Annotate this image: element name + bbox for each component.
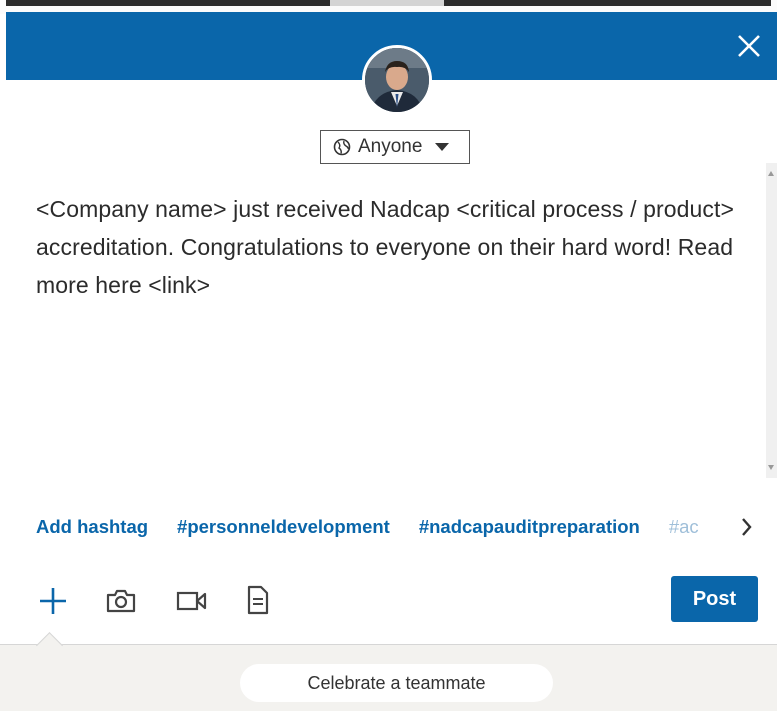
plus-icon	[40, 588, 66, 614]
scroll-down-icon[interactable]	[768, 465, 774, 470]
tab-indicator	[330, 0, 444, 6]
add-document-button[interactable]	[246, 585, 270, 620]
hashtag-scroll-right-button[interactable]	[735, 513, 757, 541]
post-button[interactable]: Post	[671, 576, 758, 622]
add-video-button[interactable]	[176, 589, 208, 618]
divider	[0, 644, 777, 645]
add-media-button[interactable]	[38, 586, 68, 621]
close-button[interactable]	[735, 32, 763, 60]
caret-down-icon	[435, 143, 450, 151]
scroll-up-icon[interactable]	[768, 171, 774, 176]
add-photo-button[interactable]	[105, 587, 137, 620]
editor-scrollbar[interactable]	[766, 163, 777, 478]
post-text-editor[interactable]: <Company name> just received Nadcap <cri…	[36, 190, 746, 304]
close-icon	[738, 35, 760, 57]
celebrate-teammate-button[interactable]: Celebrate a teammate	[240, 664, 553, 702]
hashtag-bar: Add hashtag #personneldevelopment #nadca…	[36, 510, 742, 544]
globe-icon	[333, 138, 351, 156]
hashtag-suggestion[interactable]: #nadcapauditpreparation	[419, 516, 640, 538]
add-hashtag-button[interactable]: Add hashtag	[36, 516, 148, 538]
visibility-label: Anyone	[358, 136, 423, 157]
profile-photo	[365, 48, 429, 112]
camera-icon	[106, 589, 136, 613]
document-icon	[247, 585, 269, 615]
avatar	[362, 45, 432, 115]
visibility-dropdown[interactable]: Anyone	[320, 130, 470, 164]
hashtag-suggestion[interactable]: #ac	[669, 516, 699, 538]
hashtag-suggestion[interactable]: #personneldevelopment	[177, 516, 390, 538]
video-icon	[176, 591, 207, 611]
chevron-right-icon	[742, 518, 752, 536]
